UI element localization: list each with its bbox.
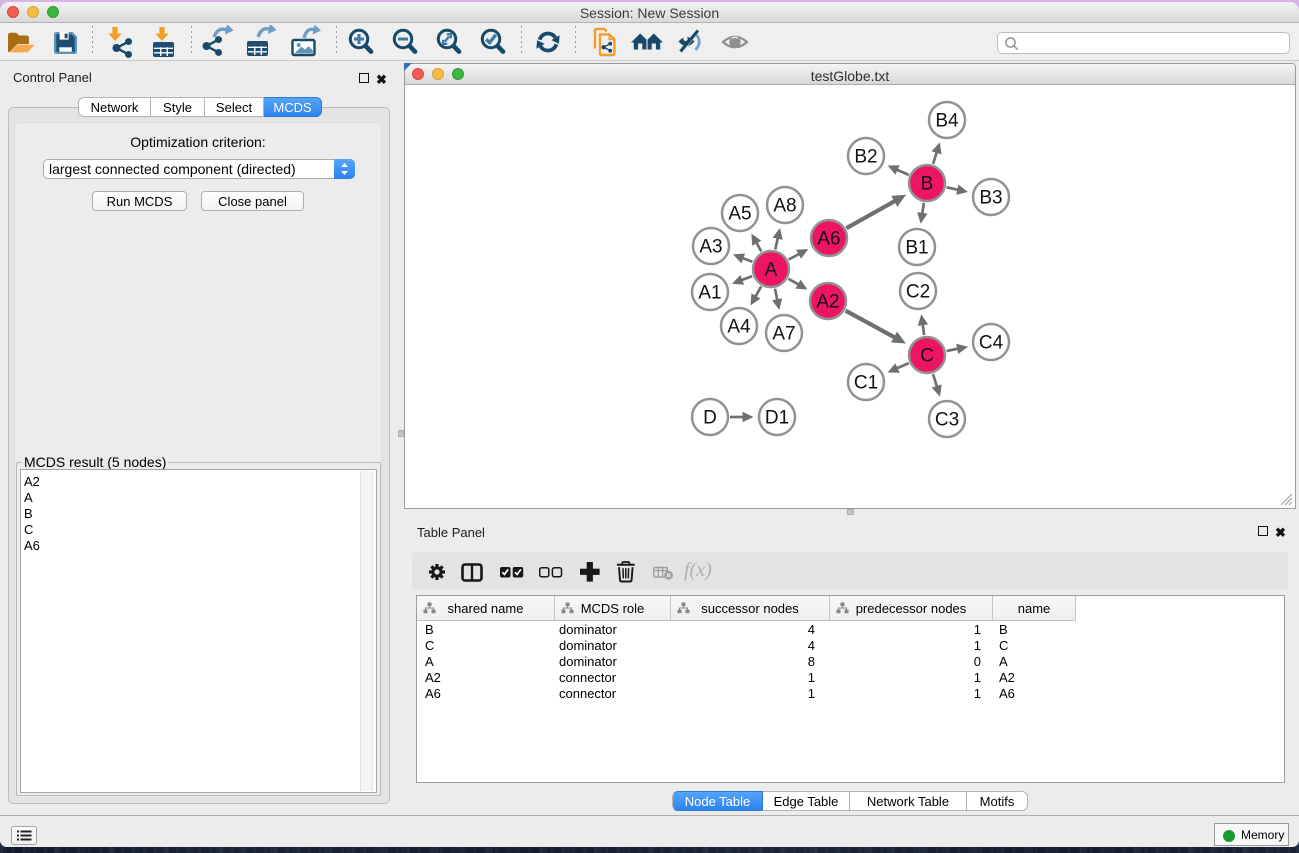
svg-text:B: B xyxy=(921,174,934,195)
svg-text:A5: A5 xyxy=(728,204,751,225)
svg-text:A6: A6 xyxy=(817,229,840,250)
svg-text:A2: A2 xyxy=(816,292,839,313)
svg-text:C: C xyxy=(920,346,934,367)
svg-text:A1: A1 xyxy=(698,283,721,304)
svg-text:A4: A4 xyxy=(727,317,751,338)
svg-text:D1: D1 xyxy=(765,408,789,429)
svg-text:C4: C4 xyxy=(979,333,1004,354)
svg-text:B4: B4 xyxy=(935,111,959,132)
svg-text:A: A xyxy=(765,260,778,281)
svg-text:A7: A7 xyxy=(772,324,795,345)
svg-text:B1: B1 xyxy=(905,238,928,259)
svg-text:B3: B3 xyxy=(979,188,1002,209)
svg-text:C1: C1 xyxy=(854,373,878,394)
svg-text:A8: A8 xyxy=(773,196,796,217)
svg-text:C3: C3 xyxy=(935,410,959,431)
svg-text:C2: C2 xyxy=(906,282,930,303)
svg-text:D: D xyxy=(703,408,717,429)
svg-text:B2: B2 xyxy=(854,147,877,168)
svg-text:A3: A3 xyxy=(699,237,722,258)
